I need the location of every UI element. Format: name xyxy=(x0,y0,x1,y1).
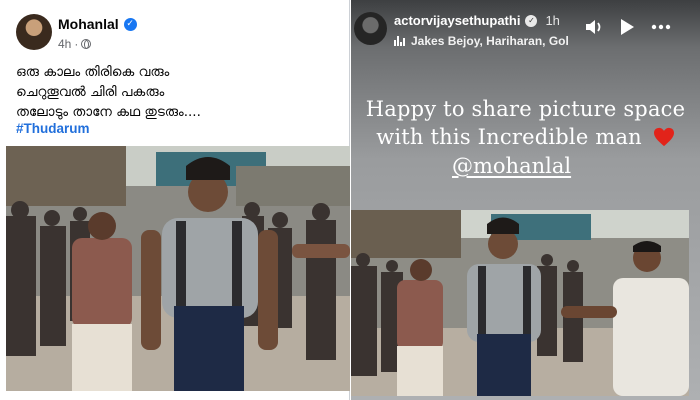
play-icon[interactable] xyxy=(616,16,638,38)
instagram-story: actorvijaysethupathi ✓ 1h Jakes Bejoy, H… xyxy=(351,0,700,400)
story-text-line: Happy to share picture space xyxy=(365,97,686,121)
story-photo xyxy=(351,210,689,396)
story-username[interactable]: actorvijaysethupathi xyxy=(394,13,520,28)
speaker-icon[interactable] xyxy=(583,16,605,38)
dot-separator: · xyxy=(74,37,79,51)
music-sticker[interactable]: Jakes Bejoy, Hariharan, Gol xyxy=(394,34,569,48)
story-text-line: with this Incredible man xyxy=(376,125,642,149)
post-caption: ഒരു കാലം തിരികെ വരും ചെറുതൂവൽ ചിരി പകരും… xyxy=(16,62,336,122)
heart-icon xyxy=(653,127,675,147)
verified-badge-icon: ✓ xyxy=(123,17,137,31)
avatar[interactable] xyxy=(16,14,52,50)
globe-icon xyxy=(81,39,92,49)
story-time: 1h xyxy=(545,13,560,28)
caption-line: ഒരു കാലം തിരികെ വരും xyxy=(16,64,170,80)
music-bars-icon xyxy=(394,36,405,46)
post-photo[interactable] xyxy=(6,146,350,391)
hashtag-link[interactable]: #Thudarum xyxy=(16,121,90,136)
story-text-line-2: with this Incredible man xyxy=(351,125,700,149)
facebook-post: Mohanlal ✓ 4h · ഒരു കാലം തിരികെ വരും ചെറ… xyxy=(0,0,350,400)
caption-line: തലോടും താനേ കഥ തുടരും.... xyxy=(16,104,201,120)
mention-link[interactable]: @mohanlal xyxy=(452,154,571,178)
music-info: Jakes Bejoy, Hariharan, Gol xyxy=(411,34,569,48)
more-icon[interactable] xyxy=(650,16,672,38)
post-author: Mohanlal ✓ xyxy=(58,16,137,32)
post-time[interactable]: 4h xyxy=(58,37,71,51)
story-header: actorvijaysethupathi ✓ 1h xyxy=(394,13,560,28)
caption-line: ചെറുതൂവൽ ചിരി പകരും xyxy=(16,84,165,100)
verified-badge-icon: ✓ xyxy=(525,14,538,27)
author-name[interactable]: Mohanlal xyxy=(58,16,119,32)
post-meta: 4h · xyxy=(58,37,92,51)
avatar[interactable] xyxy=(354,12,387,45)
